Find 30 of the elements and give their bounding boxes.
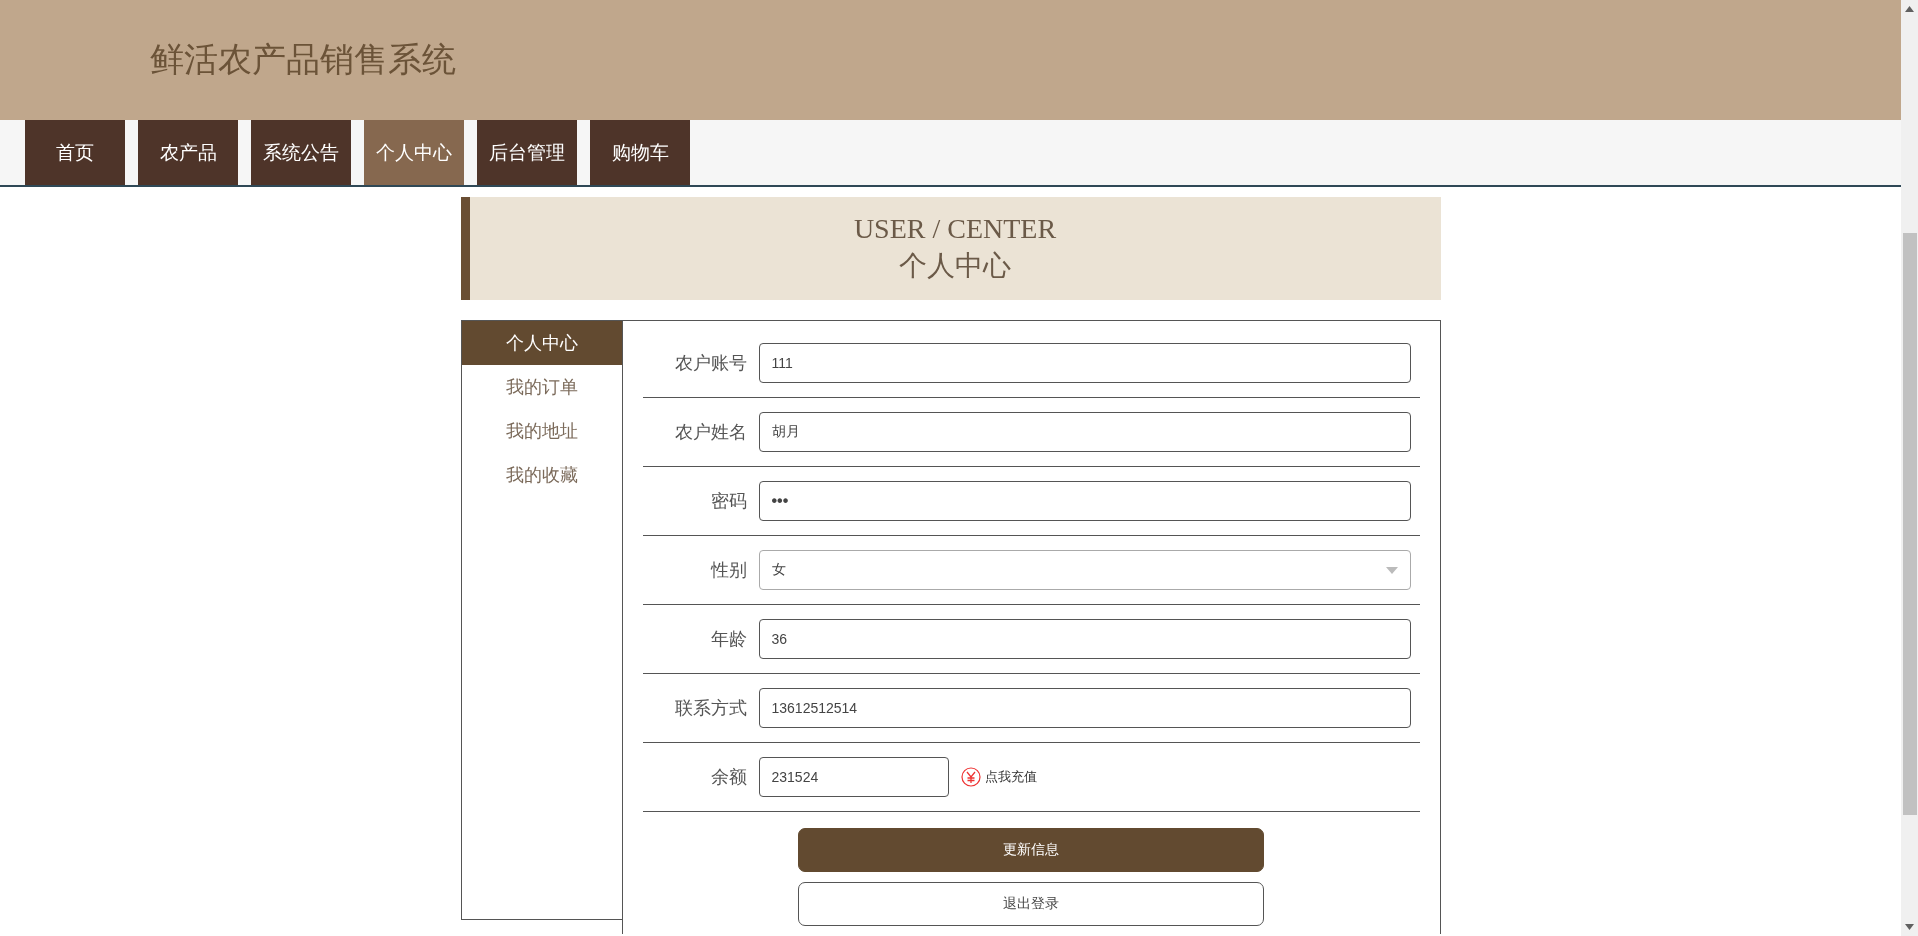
select-field[interactable]: 女 — [758, 550, 1411, 590]
password-field[interactable]: ••• — [758, 481, 1411, 521]
nav-tab[interactable]: 购物车 — [590, 120, 690, 185]
field-label: 密码 — [709, 489, 747, 513]
field-label: 联系方式 — [673, 696, 747, 720]
field-label: 年龄 — [709, 627, 747, 651]
site-title: 鲜活农产品销售系统 — [150, 38, 456, 81]
nav-tab[interactable]: 农产品 — [138, 120, 238, 185]
side-menu-item[interactable]: 我的地址 — [461, 409, 622, 453]
nav-tab[interactable]: 后台管理 — [477, 120, 577, 185]
banner-title: USER / CENTER — [853, 214, 1057, 246]
text-field[interactable]: 111 — [758, 343, 1411, 383]
update-button[interactable]: 更新信息 — [798, 828, 1264, 872]
side-menu-item[interactable]: 我的订单 — [461, 365, 622, 409]
recharge-link[interactable]: 点我充值 — [960, 767, 1037, 787]
text-field[interactable]: 胡月 — [758, 412, 1411, 452]
field-label: 农户账号 — [673, 351, 747, 375]
logout-button[interactable]: 退出登录 — [798, 882, 1264, 926]
side-menu-item[interactable]: 个人中心 — [461, 321, 622, 365]
nav-tab[interactable]: 首页 — [25, 120, 125, 185]
text-field[interactable]: 36 — [758, 619, 1411, 659]
field-label: 性别 — [709, 558, 747, 582]
banner-subtitle: 个人中心 — [899, 249, 1011, 283]
field-label: 余额 — [709, 765, 747, 789]
nav-tab[interactable]: 个人中心 — [364, 120, 464, 185]
balance-field[interactable]: 231524 — [758, 757, 949, 797]
nav-tab[interactable]: 系统公告 — [251, 120, 351, 185]
field-label: 农户姓名 — [673, 420, 747, 444]
side-menu-item[interactable]: 我的收藏 — [461, 453, 622, 497]
text-field[interactable]: 13612512514 — [758, 688, 1411, 728]
